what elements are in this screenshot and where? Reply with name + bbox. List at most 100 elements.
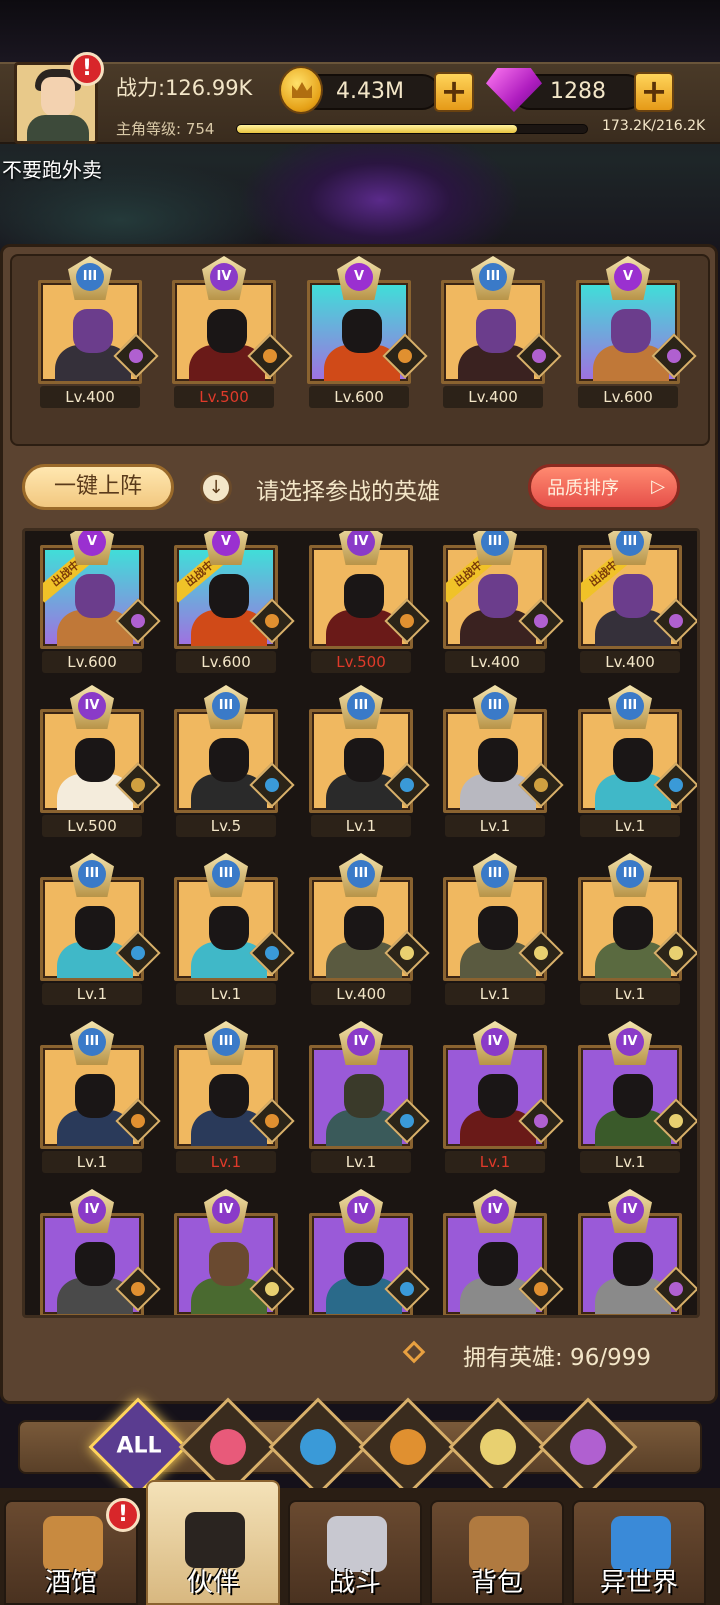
- rank-numeral: IV: [347, 531, 375, 556]
- hero-slot[interactable]: 出战中 V Lv.600: [174, 531, 295, 673]
- nav-tab-4[interactable]: 异世界: [572, 1500, 706, 1605]
- hero-slot[interactable]: III Lv.400: [309, 853, 430, 1005]
- hero-level: Lv.600: [578, 386, 678, 408]
- rank-badge-icon: III: [204, 685, 248, 729]
- rank-numeral: III: [616, 860, 644, 888]
- faction-emblem: [131, 1114, 145, 1128]
- filter-fish-icon[interactable]: [268, 1397, 368, 1497]
- faction-emblem: [263, 349, 277, 363]
- filter-elf-icon[interactable]: [448, 1397, 548, 1497]
- hero-level: Lv.1: [580, 815, 680, 837]
- hero-slot[interactable]: III Lv.5: [174, 685, 295, 837]
- hero-head: [478, 1074, 518, 1118]
- hero-slot[interactable]: III Lv.1: [578, 685, 697, 837]
- rank-badge-icon: III: [339, 685, 383, 729]
- hero-slot[interactable]: III Lv.1: [174, 853, 295, 1005]
- rank-badge-icon: III: [473, 853, 517, 897]
- hero-slot[interactable]: III Lv.1: [443, 685, 564, 837]
- quality-sort-button[interactable]: 品质排序 ▷: [528, 464, 680, 510]
- rank-numeral: V: [345, 263, 373, 291]
- hero-head: [478, 906, 518, 950]
- rank-badge-icon: V: [337, 256, 381, 300]
- faction-emblem: [131, 778, 145, 792]
- faction-emblem: [400, 614, 414, 628]
- hero-roster[interactable]: 出战中 V Lv.600 出战中 V Lv.600 IV Lv.500 出战中 III Lv.400…: [22, 528, 700, 1318]
- nav-tab-2[interactable]: 战斗: [288, 1500, 422, 1605]
- hero-slot[interactable]: IV Lv.500: [40, 685, 161, 837]
- hero-level: Lv.600: [309, 386, 409, 408]
- rank-badge-icon: IV: [70, 1189, 114, 1233]
- rank-badge-icon: III: [471, 256, 515, 300]
- hero-slot[interactable]: IV: [174, 1189, 295, 1315]
- hero-slot[interactable]: IV Lv.500: [172, 256, 293, 408]
- hero-slot[interactable]: IV: [578, 1189, 697, 1315]
- rank-badge-icon: IV: [339, 1021, 383, 1065]
- rank-numeral: IV: [616, 1196, 644, 1224]
- hero-slot[interactable]: III Lv.1: [174, 1021, 295, 1173]
- hero-level: Lv.1: [580, 983, 680, 1005]
- hero-level: Lv.400: [40, 386, 140, 408]
- filter-lion-icon[interactable]: [358, 1397, 458, 1497]
- rank-badge-icon: III: [473, 685, 517, 729]
- faction-emblem: [265, 946, 279, 960]
- hero-slot[interactable]: III Lv.1: [40, 1021, 161, 1173]
- add-gold-button[interactable]: +: [434, 72, 474, 112]
- hero-head: [613, 738, 653, 782]
- rank-badge-icon: III: [70, 1021, 114, 1065]
- rank-badge-icon: III: [204, 1021, 248, 1065]
- hero-head: [613, 574, 653, 618]
- hero-level: Lv.600: [42, 651, 142, 673]
- faction-emblem: [669, 1282, 683, 1296]
- hero-slot[interactable]: IV Lv.1: [578, 1021, 697, 1173]
- rank-badge-icon: IV: [202, 256, 246, 300]
- rank-badge-icon: V: [70, 531, 114, 565]
- rank-badge-icon: III: [70, 853, 114, 897]
- demon-icon-emblem: [570, 1429, 606, 1465]
- hero-slot[interactable]: IV: [443, 1189, 564, 1315]
- add-gems-button[interactable]: +: [634, 72, 674, 112]
- hero-level: Lv.500: [174, 386, 274, 408]
- hero-slot[interactable]: III Lv.400: [441, 256, 562, 408]
- hero-slot[interactable]: IV Lv.1: [443, 1021, 564, 1173]
- hero-slot[interactable]: IV Lv.1: [309, 1021, 430, 1173]
- nav-tab-3[interactable]: 背包: [430, 1500, 564, 1605]
- rank-numeral: V: [212, 531, 240, 556]
- rank-badge-icon: IV: [608, 1021, 652, 1065]
- hero-slot[interactable]: III Lv.1: [443, 853, 564, 1005]
- hero-slot[interactable]: IV: [309, 1189, 430, 1315]
- hero-head: [75, 738, 115, 782]
- faction-emblem: [534, 946, 548, 960]
- faction-emblem: [667, 349, 681, 363]
- hero-slot[interactable]: V Lv.600: [307, 256, 428, 408]
- hero-slot[interactable]: 出战中 V Lv.600: [40, 531, 161, 673]
- username: 不要跑外卖: [2, 158, 102, 182]
- download-info-icon[interactable]: ↓: [200, 472, 232, 504]
- hero-slot[interactable]: 出战中 III Lv.400: [443, 531, 564, 673]
- hero-level: Lv.400: [445, 651, 545, 673]
- hero-slot[interactable]: III Lv.1: [309, 685, 430, 837]
- hero-slot[interactable]: 出战中 III Lv.400: [578, 531, 697, 673]
- sort-label: 品质排序: [547, 478, 619, 499]
- hero-slot[interactable]: III Lv.400: [38, 256, 159, 408]
- faction-emblem: [265, 1114, 279, 1128]
- hero-slot[interactable]: IV Lv.500: [309, 531, 430, 673]
- rank-badge-icon: III: [608, 685, 652, 729]
- filter-demon-icon[interactable]: [538, 1397, 638, 1497]
- hero-level: Lv.1: [311, 815, 411, 837]
- rank-numeral: III: [481, 692, 509, 720]
- combat-power: 战力:126.99K: [116, 76, 253, 100]
- elf-icon-emblem: [480, 1429, 516, 1465]
- hero-slot[interactable]: V Lv.600: [576, 256, 697, 408]
- hero-head: [344, 738, 384, 782]
- hero-head: [344, 906, 384, 950]
- hero-slot[interactable]: III Lv.1: [578, 853, 697, 1005]
- hero-slot[interactable]: IV: [40, 1189, 161, 1315]
- one-key-deploy-button[interactable]: 一键上阵: [22, 464, 174, 510]
- nav-alert-icon: !: [106, 1498, 140, 1532]
- faction-emblem: [534, 1282, 548, 1296]
- rank-badge-icon: IV: [339, 1189, 383, 1233]
- nav-tab-1[interactable]: 伙伴: [146, 1480, 280, 1605]
- faction-emblem: [129, 349, 143, 363]
- hero-slot[interactable]: III Lv.1: [40, 853, 161, 1005]
- faction-emblem: [669, 778, 683, 792]
